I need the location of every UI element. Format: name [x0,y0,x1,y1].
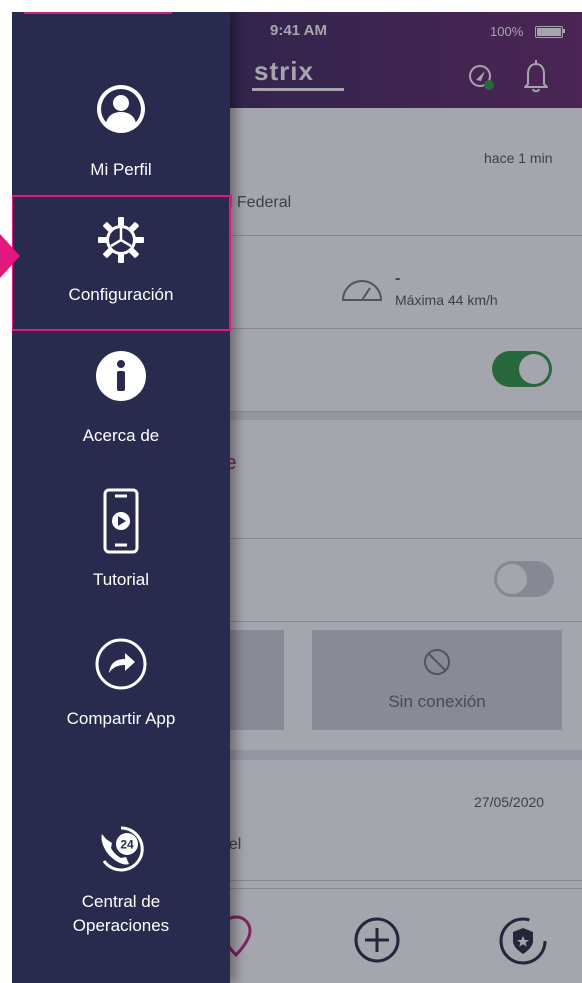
menu-label-mi-perfil: Mi Perfil [90,160,152,179]
phone-24-icon: 24 [101,826,144,872]
gear-icon [98,217,144,263]
menu-label-compartir-app: Compartir App [66,709,176,728]
menu-item-central-de-operaciones[interactable]: 24 Central de Operaciones [12,824,230,938]
menu-label-central-line2: Operaciones [72,916,170,935]
menu-label-tutorial: Tutorial [92,570,150,589]
menu-label-central-line1: Central de [81,892,161,911]
info-icon [96,351,146,401]
share-icon [95,638,147,690]
side-drawer: Mi Perfil Configuración Acerca de Tutori… [12,12,231,983]
svg-text:24: 24 [120,838,134,852]
drawer-top-accent [24,12,172,14]
user-avatar-icon [97,85,145,133]
phone-play-icon [103,488,139,554]
phone-screen: 9:41 AM 100% strix hace 1 min al Federal [12,12,582,983]
menu-item-acerca-de[interactable]: Acerca de [12,350,230,448]
menu-label-configuracion: Configuración [68,285,174,304]
menu-item-mi-perfil[interactable]: Mi Perfil [12,82,230,182]
menu-item-configuracion[interactable]: Configuración [12,195,231,331]
menu-label-acerca-de: Acerca de [82,426,160,445]
menu-item-compartir-app[interactable]: Compartir App [12,637,230,731]
active-item-pointer [0,234,20,278]
menu-item-tutorial[interactable]: Tutorial [12,488,230,592]
